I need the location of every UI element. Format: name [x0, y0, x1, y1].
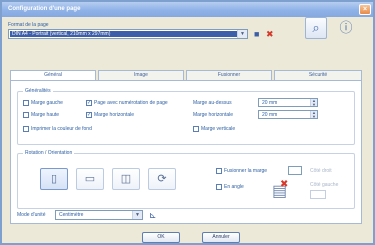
page-numbering-checkbox[interactable]: ✓ Page avec numérotation de page — [86, 100, 168, 106]
spin-arrows[interactable]: ▲ ▼ — [310, 111, 317, 119]
title-bar: Configuration d'une page × — [2, 2, 373, 17]
spin-arrows[interactable]: ▲ ▼ — [310, 99, 317, 107]
horizontal-margin-input[interactable]: 20 mm ▲ ▼ — [258, 110, 318, 119]
checkbox-box — [23, 100, 29, 106]
page-format-value: DIN A4 - Portrait (vertical, 210mm x 297… — [10, 31, 237, 37]
print-background-checkbox[interactable]: Imprimer la couleur de fond — [23, 126, 92, 132]
angle-checkbox[interactable]: En angle — [216, 184, 244, 190]
checkbox-box: ✓ — [86, 112, 92, 118]
horizontal-margin-label: Marge horizontale — [193, 112, 234, 118]
left-side-input[interactable] — [310, 190, 326, 199]
checkbox-box — [193, 126, 199, 132]
checkbox-box — [216, 184, 222, 190]
checkbox-box: ✓ — [86, 100, 92, 106]
rotated-landscape-icon: ⟳ — [157, 173, 167, 185]
tab-panel: Généralités Marge gauche Marge haute Imp… — [10, 80, 362, 224]
magnifier-icon: ⌕ — [312, 20, 320, 35]
margin-above-label: Marge au-dessus — [193, 100, 232, 106]
orientation-group: Rotation / Orientation ▯ ▭ ◫ ⟳ Fusionner… — [17, 150, 355, 209]
delete-icon[interactable]: ✖ — [266, 29, 274, 39]
window-title: Configuration d'une page — [8, 6, 81, 12]
tab-security[interactable]: Sécurité — [274, 70, 362, 80]
ruler-icon[interactable]: ⊾ — [149, 210, 157, 220]
red-x-icon: ✖ — [280, 179, 289, 190]
info-icon: ⓘ — [339, 20, 353, 35]
chevron-down-icon: ▼ — [132, 211, 142, 219]
portrait-page-icon: ▯ — [50, 173, 58, 185]
save-icon[interactable]: ■ — [254, 29, 259, 39]
page-format-select[interactable]: DIN A4 - Portrait (vertical, 210mm x 297… — [8, 29, 248, 39]
margin-above-input[interactable]: 20 mm ▲ ▼ — [258, 98, 318, 107]
checkbox-box — [23, 112, 29, 118]
portrait-reverse-button[interactable]: ◫ — [112, 168, 140, 190]
unit-mode-label: Mode d'unité — [17, 212, 46, 218]
ok-button[interactable]: OK — [142, 232, 180, 243]
tab-strip: Général Image Fusionner Sécurité — [10, 70, 362, 81]
tab-image[interactable]: Image — [98, 70, 184, 80]
general-settings-group: Généralités Marge gauche Marge haute Imp… — [17, 88, 355, 145]
chevron-down-icon: ▼ — [237, 30, 247, 38]
page-setup-dialog: Configuration d'une page × Format de la … — [0, 0, 375, 245]
horizontal-margin-checkbox[interactable]: ✓ Marge horizontale — [86, 112, 134, 118]
merge-margin-checkbox[interactable]: Fusionner la marge — [216, 168, 267, 174]
close-button[interactable]: × — [359, 4, 371, 15]
checkbox-box — [23, 126, 29, 132]
landscape-page-icon: ▭ — [84, 173, 96, 185]
top-margin-checkbox[interactable]: Marge haute — [23, 112, 59, 118]
orientation-legend: Rotation / Orientation — [23, 150, 75, 156]
preview-button[interactable]: ⌕ — [305, 17, 327, 39]
rotated-portrait-icon: ◫ — [120, 173, 132, 185]
merge-margin-input[interactable] — [288, 166, 302, 175]
checkbox-box — [216, 168, 222, 174]
landscape-reverse-button[interactable]: ⟳ — [148, 168, 176, 190]
portrait-button[interactable]: ▯ — [40, 168, 68, 190]
unit-mode-value: Centimètre — [59, 212, 84, 218]
cancel-button[interactable]: Annuler — [202, 232, 240, 243]
vertical-margin-checkbox[interactable]: Marge verticale — [193, 126, 235, 132]
right-side-label: Côté droit — [310, 168, 332, 174]
help-button[interactable]: ⓘ — [335, 17, 357, 39]
format-label: Format de la page — [8, 22, 49, 28]
general-settings-legend: Généralités — [23, 88, 53, 94]
unit-mode-select[interactable]: Centimètre ▼ — [55, 210, 143, 220]
landscape-button[interactable]: ▭ — [76, 168, 104, 190]
left-margin-checkbox[interactable]: Marge gauche — [23, 100, 63, 106]
tab-merge[interactable]: Fusionner — [186, 70, 272, 80]
left-side-label: Côté gauche — [310, 182, 339, 188]
